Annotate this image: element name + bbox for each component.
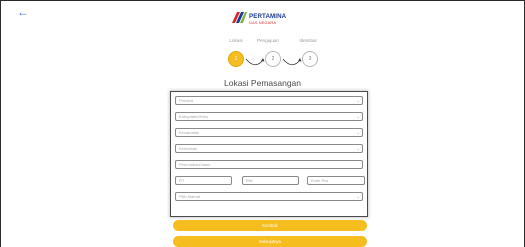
- step-label-identitas: Identitas: [299, 38, 317, 43]
- kecamatan-placeholder: Kecamatan: [179, 130, 200, 135]
- kelurahan-select[interactable]: Kelurahan ⌄: [175, 144, 363, 153]
- step-2-circle[interactable]: 2: [265, 51, 281, 67]
- rw-input[interactable]: RW: [242, 176, 299, 185]
- chevron-down-icon: ⌄: [356, 130, 360, 135]
- chevron-down-icon: ⌄: [356, 114, 360, 119]
- chevron-down-icon: ⌄: [356, 98, 360, 103]
- step-1-circle[interactable]: 1: [228, 51, 244, 67]
- rw-placeholder: RW: [246, 178, 253, 183]
- step-connector-2-3: [282, 58, 302, 66]
- kabupaten-placeholder: Kabupaten/Kota: [179, 114, 208, 119]
- rt-input[interactable]: RT: [175, 176, 232, 185]
- step-3-circle[interactable]: 3: [302, 51, 318, 67]
- logo-brand-text: PERTAMINA: [249, 13, 287, 20]
- back-arrow-icon[interactable]: ←: [17, 6, 29, 18]
- chevron-down-icon: ⌄: [356, 146, 360, 151]
- step-connector-1-2: [245, 58, 265, 66]
- pertamina-logo: PERTAMINA GAS NEGARA: [231, 10, 295, 32]
- pertamina-logo-icon: [232, 12, 247, 23]
- kode-pos-input[interactable]: Kode Pos: [307, 176, 365, 185]
- location-form: Provinsi ⌄ Kabupaten/Kota ⌄ Kecamatan ⌄ …: [170, 91, 368, 217]
- pilih-alamat-placeholder: Pilih Alamat: [179, 194, 200, 199]
- kode-pos-placeholder: Kode Pos: [311, 178, 329, 183]
- chevron-down-icon: ⌄: [356, 194, 360, 199]
- pilih-alamat-select[interactable]: Pilih Alamat ⌄: [175, 192, 363, 201]
- step-label-lokasi: Lokasi: [229, 38, 243, 43]
- selanjutnya-button[interactable]: Selanjutnya: [173, 236, 367, 247]
- perumahan-input[interactable]: Perumahan/Jalan: [175, 160, 363, 169]
- kabupaten-select[interactable]: Kabupaten/Kota ⌄: [175, 112, 363, 121]
- rt-placeholder: RT: [179, 178, 185, 183]
- kelurahan-placeholder: Kelurahan: [179, 146, 198, 151]
- kecamatan-select[interactable]: Kecamatan ⌄: [175, 128, 363, 137]
- kembali-button[interactable]: Kembali: [173, 220, 367, 231]
- page-title: Lokasi Pemasangan: [223, 78, 302, 88]
- step-label-pengajuan: Pengajuan: [257, 38, 279, 43]
- provinsi-placeholder: Provinsi: [179, 98, 194, 103]
- perumahan-placeholder: Perumahan/Jalan: [179, 162, 211, 167]
- provinsi-select[interactable]: Provinsi ⌄: [175, 96, 363, 105]
- logo-sub-text: GAS NEGARA: [249, 21, 277, 25]
